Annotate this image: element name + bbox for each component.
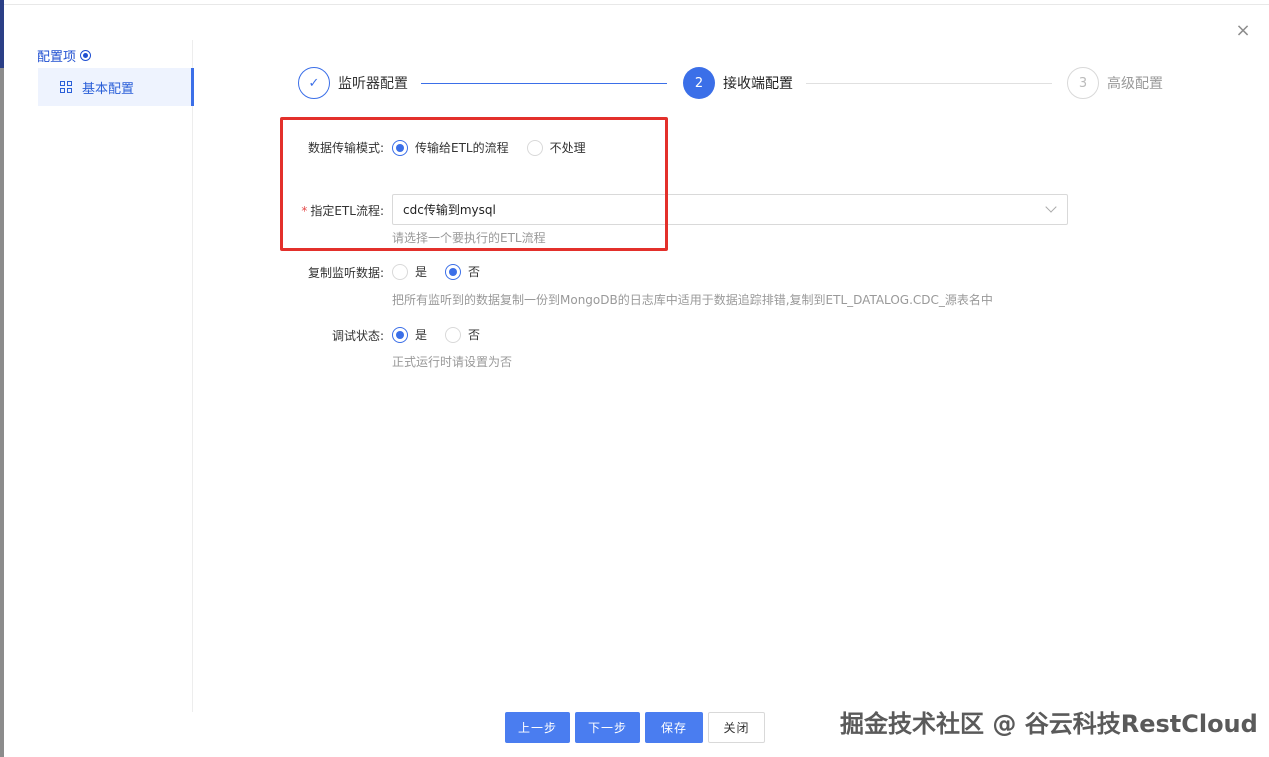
radio-copy-no[interactable] (445, 263, 462, 280)
etl-flow-select[interactable]: cdc传输到mysql (392, 194, 1068, 225)
watermark: 掘金技术社区 @ 谷云科技RestCloud (840, 710, 1258, 738)
radio-label[interactable]: 不处理 (550, 139, 586, 156)
radio-copy-yes[interactable] (392, 263, 408, 280)
sidebar-title-label: 配置项 (37, 50, 77, 65)
copy-data-radio-group: 是 否 (392, 263, 498, 280)
sidebar-title: 配置项 (37, 46, 92, 65)
top-divider (4, 4, 1269, 5)
close-icon[interactable]: × (1234, 22, 1252, 40)
etl-flow-value: cdc传输到mysql (403, 203, 496, 217)
radio-debug-yes[interactable] (392, 326, 408, 343)
close-button[interactable]: 关闭 (708, 712, 765, 743)
sidebar-item-basic-config[interactable]: 基本配置 (38, 68, 194, 106)
step-label: 监听器配置 (338, 76, 408, 92)
step-label: 接收端配置 (723, 76, 793, 92)
copy-data-label: 复制监听数据: (307, 266, 384, 280)
etl-flow-help: 请选择一个要执行的ETL流程 (392, 231, 546, 245)
radio-label[interactable]: 传输给ETL的流程 (415, 139, 509, 156)
prev-step-button[interactable]: 上一步 (505, 712, 570, 743)
debug-radio-group: 是 否 (392, 326, 498, 343)
sidebar: 配置项 基本配置 (4, 40, 194, 712)
etl-flow-label-text: 指定ETL流程: (310, 204, 384, 218)
sidebar-item-label: 基本配置 (82, 81, 135, 97)
debug-label: 调试状态: (331, 329, 384, 343)
radio-label[interactable]: 是 (415, 263, 427, 280)
copy-data-help: 把所有监听到的数据复制一份到MongoDB的日志库中适用于数据追踪排错,复制到E… (392, 293, 993, 307)
required-mark: * (301, 204, 308, 218)
transfer-mode-radio-group: 传输给ETL的流程 不处理 (392, 139, 604, 156)
radio-no-process[interactable] (526, 139, 543, 156)
chevron-down-icon (1045, 201, 1057, 213)
save-button[interactable]: 保存 (645, 712, 703, 743)
radio-debug-no[interactable] (445, 326, 462, 343)
etl-flow-label: * 指定ETL流程: (274, 202, 384, 219)
step-receiver-config: 2 接收端配置 (683, 67, 793, 99)
debug-help: 正式运行时请设置为否 (392, 355, 513, 369)
radio-label[interactable]: 否 (468, 326, 480, 343)
grid-icon (60, 81, 72, 93)
step-connector (806, 83, 1052, 84)
transfer-mode-label: 数据传输模式: (307, 141, 384, 155)
step-connector (421, 83, 667, 84)
step-advanced-config: 3 高级配置 (1067, 67, 1163, 99)
step-number: 3 (1067, 67, 1099, 99)
radio-label[interactable]: 否 (468, 263, 480, 280)
next-step-button[interactable]: 下一步 (575, 712, 640, 743)
radio-label[interactable]: 是 (415, 326, 427, 343)
step-number: 2 (683, 67, 715, 99)
target-icon (80, 50, 92, 61)
radio-transfer-etl[interactable] (392, 139, 408, 156)
step-listener-config: ✓ 监听器配置 (298, 67, 408, 99)
check-icon: ✓ (298, 67, 330, 99)
step-label: 高级配置 (1107, 76, 1163, 92)
